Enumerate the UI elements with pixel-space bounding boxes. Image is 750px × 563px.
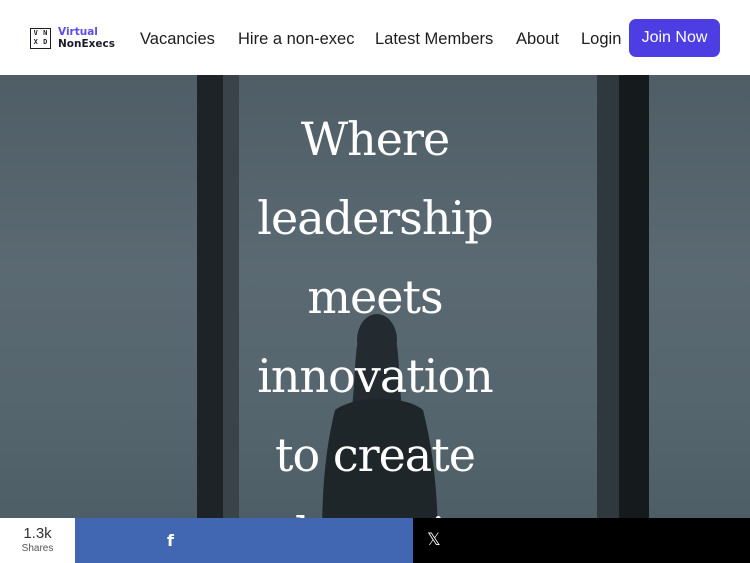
hero-headline-line: meets [307, 270, 443, 324]
hero-headline-line: Where [300, 112, 450, 166]
page: V N X D Virtual NonExecs Vacancies Hire … [0, 0, 750, 563]
logo-mark-letter: N [43, 28, 48, 37]
share-count-value: 1.3k [23, 525, 52, 542]
site-header: V N X D Virtual NonExecs Vacancies Hire … [0, 0, 750, 75]
site-logo[interactable]: V N X D Virtual NonExecs [30, 26, 115, 50]
logo-line-2: NonExecs [58, 38, 116, 50]
share-count-label: Shares [21, 543, 54, 554]
nav-login[interactable]: Login [581, 29, 621, 49]
x-icon: 𝕏 [427, 530, 441, 550]
x-share-button[interactable]: 𝕏 [413, 518, 750, 563]
nav-latest-members[interactable]: Latest Members [375, 29, 493, 49]
hero-background-pillar [619, 75, 649, 563]
social-share-bar: 1.3k Shares f 𝕏 [0, 518, 750, 563]
share-count: 1.3k Shares [0, 518, 75, 563]
facebook-share-button[interactable]: f [75, 518, 413, 563]
logo-line-1: Virtual [58, 26, 98, 38]
logo-wordmark: Virtual NonExecs [58, 26, 115, 50]
logo-mark-letter: X [33, 38, 38, 46]
join-now-button[interactable]: Join Now [629, 19, 720, 57]
nav-hire-non-exec[interactable]: Hire a non-exec [238, 29, 354, 49]
logo-mark-letter: V [33, 28, 38, 37]
nav-about[interactable]: About [516, 29, 559, 49]
nav-vacancies[interactable]: Vacancies [140, 29, 215, 49]
facebook-icon: f [167, 531, 174, 550]
hero-background-pillar [597, 75, 619, 563]
hero-headline: Where leadership meets innovation to cre… [175, 100, 575, 563]
hero-headline-line: to create [275, 428, 476, 482]
hero-headline-line: innovation [257, 349, 494, 403]
logo-mark-letter: D [43, 38, 48, 46]
hero-headline-line: leadership [257, 191, 493, 245]
hero-section: Where leadership meets innovation to cre… [0, 75, 750, 563]
logo-mark-icon: V N X D [30, 27, 51, 49]
